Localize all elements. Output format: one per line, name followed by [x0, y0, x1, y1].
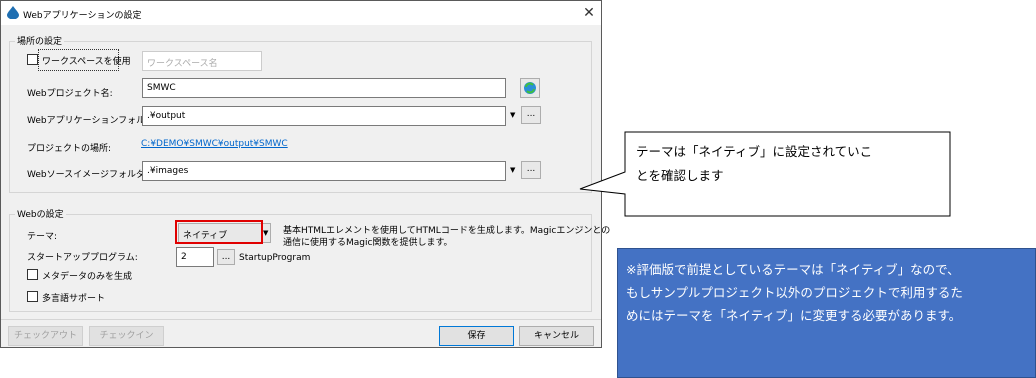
- multilang-checkbox[interactable]: [27, 291, 38, 302]
- note-line1: ※評価版で前提としているテーマは「ネイティブ」なので、: [626, 262, 960, 277]
- workspace-name-input[interactable]: ワークスペース名: [142, 51, 262, 71]
- project-name-label: Webプロジェクト名:: [27, 89, 113, 99]
- theme-highlight-box: [175, 220, 263, 244]
- startup-program-label: スタートアッププログラム:: [27, 253, 138, 263]
- app-folder-label: Webアプリケーションフォルダ:: [27, 116, 158, 126]
- close-icon[interactable]: ✕: [579, 3, 599, 23]
- app-folder-input[interactable]: .¥output: [142, 106, 506, 126]
- use-workspace-checkbox[interactable]: [27, 54, 38, 65]
- image-folder-dropdown-icon[interactable]: ▼: [510, 166, 515, 174]
- checkin-button[interactable]: チェックイン: [89, 326, 164, 346]
- metadata-only-label: メタデータのみを生成: [42, 272, 133, 282]
- project-location-label: プロジェクトの場所:: [27, 144, 112, 154]
- use-workspace-label: ワークスペースを使用: [42, 57, 131, 67]
- refresh-globe-icon: [524, 82, 536, 94]
- callout-text-line2: とを確認します: [636, 168, 724, 183]
- settings-dialog: Webアプリケーションの設定 ✕ 場所の設定 ワークスペースを使用 ワークスペー…: [0, 0, 610, 348]
- refresh-button[interactable]: [520, 78, 540, 98]
- project-name-input[interactable]: SMWC: [142, 78, 506, 98]
- app-drop-icon: [7, 6, 19, 19]
- startup-program-input[interactable]: 2: [176, 247, 214, 267]
- checkout-button[interactable]: チェックアウト: [8, 326, 83, 346]
- title-bar: Webアプリケーションの設定 ✕: [1, 1, 601, 25]
- theme-dropdown-icon[interactable]: ▼: [263, 229, 268, 237]
- image-folder-browse-button[interactable]: ...: [521, 161, 541, 179]
- window-title: Webアプリケーションの設定: [23, 11, 142, 21]
- location-group-title: 場所の設定: [15, 34, 65, 47]
- app-folder-dropdown-icon[interactable]: ▼: [510, 111, 515, 119]
- app-folder-browse-button[interactable]: ...: [521, 106, 541, 124]
- web-group-title: Webの設定: [15, 207, 66, 220]
- multilang-label: 多言語サポート: [42, 294, 106, 304]
- metadata-only-checkbox[interactable]: [27, 269, 38, 280]
- startup-program-name: StartupProgram: [239, 253, 311, 263]
- image-folder-label: Webソースイメージフォルダ:: [27, 170, 149, 180]
- save-button[interactable]: 保存: [439, 326, 514, 346]
- theme-description-line2: 通信に使用するMagic関数を提供します。: [283, 238, 453, 248]
- theme-label: テーマ:: [27, 232, 58, 242]
- note-line3: めにはテーマを「ネイティブ」に変更する必要があります。: [626, 308, 962, 323]
- callout-text-line1: テーマは「ネイティブ」に設定されていこ: [636, 144, 873, 159]
- startup-program-browse-button[interactable]: ...: [217, 249, 235, 265]
- cancel-button[interactable]: キャンセル: [519, 326, 594, 346]
- image-folder-input[interactable]: .¥images: [142, 161, 506, 181]
- footer-divider: [1, 319, 601, 320]
- note-line2: もしサンプルプロジェクト以外のプロジェクトで利用するた: [626, 285, 963, 300]
- project-location-link[interactable]: C:¥DEMO¥SMWC¥output¥SMWC: [141, 139, 288, 149]
